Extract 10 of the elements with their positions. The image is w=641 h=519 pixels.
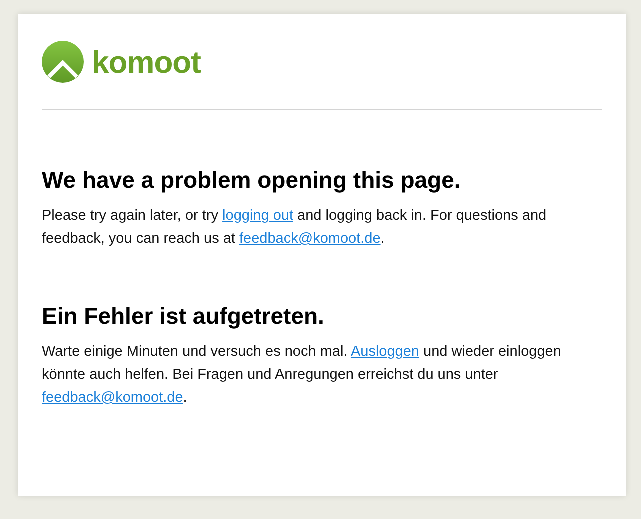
text-link[interactable]: logging out: [222, 208, 294, 224]
section-heading: We have a problem opening this page.: [42, 166, 462, 195]
logo-wordmark: komoot: [92, 46, 201, 78]
message-paragraph: Warte einige Minuten und versuch es noch mal. Ausloggen und wieder einloggen könnte auch helfen. Bei Fragen und Anregungen erreichst du uns unter feedback@komoot.de.: [42, 343, 562, 408]
mountain-logo-icon: [42, 41, 84, 83]
text-link[interactable]: Ausloggen: [350, 344, 420, 360]
message-paragraph: Please try again later, or try logging out and logging back in. For questions and feedback, you can reach us at feedback@komoot.de.: [42, 207, 548, 249]
text-link[interactable]: feedback@komoot.de: [240, 231, 381, 247]
section-heading: Ein Fehler ist aufgetreten.: [42, 302, 326, 331]
text-link[interactable]: feedback@komoot.de: [42, 390, 184, 406]
